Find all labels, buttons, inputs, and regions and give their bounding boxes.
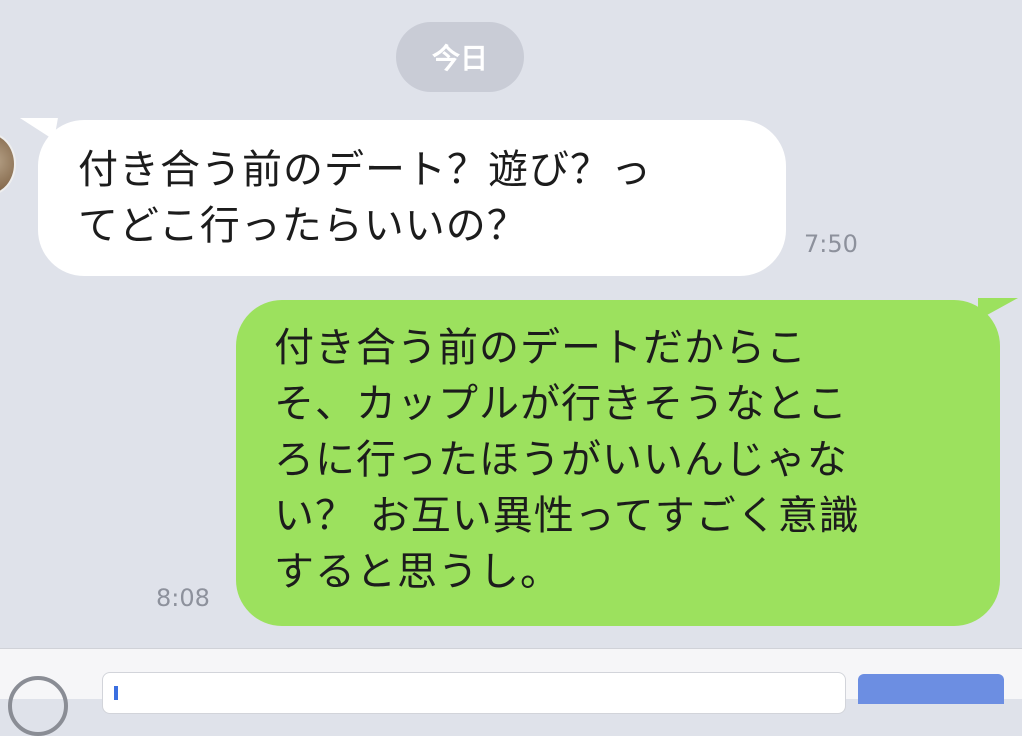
message-timestamp: 7:50 <box>804 230 858 258</box>
message-line: すると思うし。 <box>274 549 561 595</box>
message-line: い？ お互い異性ってすごく意識 <box>274 493 860 539</box>
message-input[interactable] <box>102 672 846 714</box>
message-line: てどこ行ったらいいの？ <box>78 203 528 249</box>
date-separator: 今日 <box>396 22 524 92</box>
plus-icon[interactable] <box>8 676 68 736</box>
date-separator-label: 今日 <box>431 42 488 75</box>
incoming-message-bubble[interactable]: 付き合う前のデート？遊び？っ てどこ行ったらいいの？ <box>38 120 786 276</box>
message-line: 付き合う前のデート？遊び？っ <box>78 147 652 193</box>
send-icon[interactable] <box>858 674 1004 704</box>
message-line: ろに行ったほうがいいんじゃな <box>274 437 848 483</box>
outgoing-message-bubble[interactable]: 付き合う前のデートだからこ そ、カップルが行きそうなとこ ろに行ったほうがいいん… <box>236 300 1000 626</box>
message-line: 付き合う前のデートだからこ <box>274 325 807 371</box>
message-timestamp: 8:08 <box>156 584 210 612</box>
avatar[interactable] <box>0 132 16 196</box>
message-line: そ、カップルが行きそうなとこ <box>274 381 848 427</box>
